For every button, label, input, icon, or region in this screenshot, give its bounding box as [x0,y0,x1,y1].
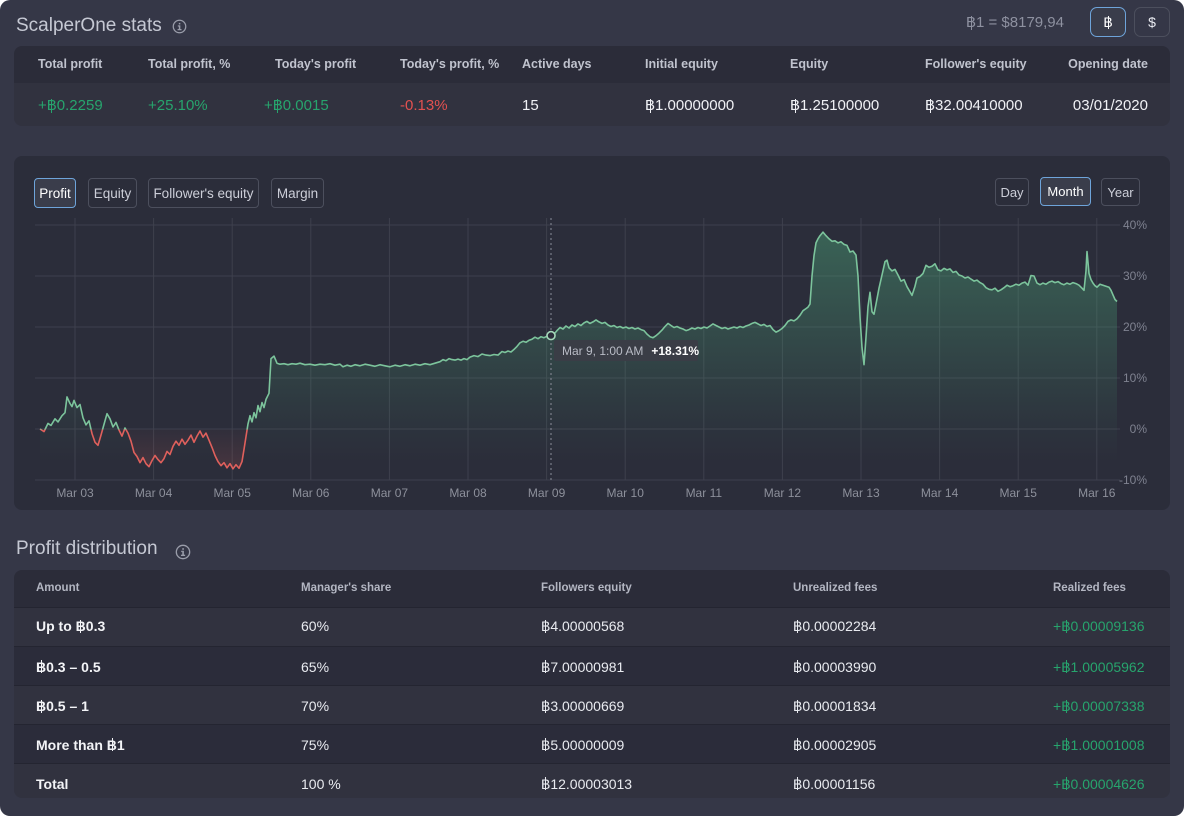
svg-text:Mar 06: Mar 06 [292,486,330,500]
svg-text:Mar 09: Mar 09 [528,486,566,500]
svg-text:Mar 03: Mar 03 [56,486,94,500]
svg-text:Mar 10: Mar 10 [607,486,645,500]
svg-text:0%: 0% [1130,422,1148,436]
svg-text:Mar 05: Mar 05 [214,486,252,500]
svg-text:30%: 30% [1123,269,1147,283]
svg-text:Mar 16: Mar 16 [1078,486,1116,500]
svg-text:-10%: -10% [1119,473,1147,487]
svg-text:40%: 40% [1123,218,1147,232]
svg-text:Mar 13: Mar 13 [842,486,880,500]
svg-text:Mar 14: Mar 14 [921,486,959,500]
svg-text:20%: 20% [1123,320,1147,334]
svg-text:Mar 15: Mar 15 [1000,486,1038,500]
svg-text:Mar 08: Mar 08 [449,486,487,500]
svg-text:Mar 12: Mar 12 [764,486,802,500]
svg-text:10%: 10% [1123,371,1147,385]
svg-text:Mar 04: Mar 04 [135,486,173,500]
svg-text:Mar 11: Mar 11 [686,486,723,500]
svg-text:Mar 07: Mar 07 [371,486,409,500]
